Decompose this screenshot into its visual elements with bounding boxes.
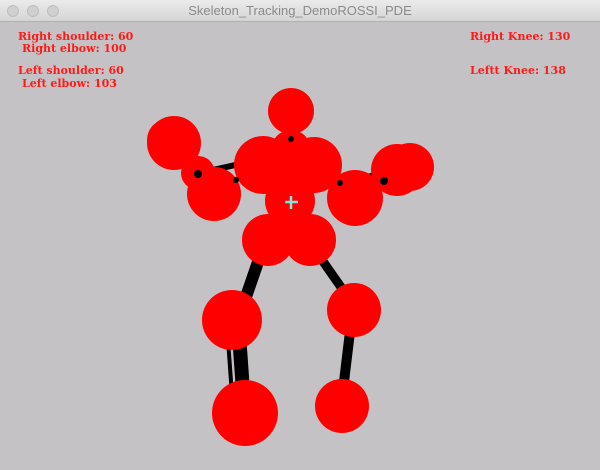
sketch-canvas[interactable]: Right shoulder: 60 Right elbow: 100 Left… [0,22,600,470]
joint-left-hip [284,214,336,266]
marker-left-elbow [337,180,343,186]
marker-right-elbow [194,170,202,178]
joint-left-hand-ghost [386,143,434,191]
right-knee-angle: Right Knee: 130 [470,30,571,43]
marker-neck [288,136,294,142]
joint-left-knee [327,283,381,337]
left-knee-angle: Leftt Knee: 138 [470,64,566,77]
joint-left-foot [315,379,369,433]
marker-right-hand [233,177,239,183]
app-window: Skeleton_Tracking_DemoROSSI_PDE Right sh… [0,0,600,470]
left-elbow-angle: Left elbow: 103 [22,77,117,90]
joint-head [268,88,314,134]
marker-left-hand [380,177,388,185]
right-elbow-angle: Right elbow: 100 [22,42,127,55]
left-shoulder-angle: Left shoulder: 60 [18,64,124,77]
window-title: Skeleton_Tracking_DemoROSSI_PDE [188,3,412,18]
joint-right-knee [202,290,262,350]
joint-right-hand-ghost [147,119,189,161]
joint-right-foot [212,380,278,446]
title-bar: Skeleton_Tracking_DemoROSSI_PDE [0,0,600,22]
